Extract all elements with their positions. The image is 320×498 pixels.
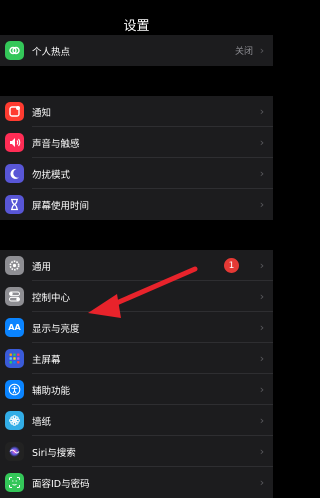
chevron-right-icon: › — [259, 445, 265, 458]
personal-hotspot-icon — [5, 41, 24, 60]
row-home-screen[interactable]: 主屏幕 › — [0, 343, 273, 374]
control-center-icon — [5, 287, 24, 306]
row-label: Siri与搜索 — [32, 447, 76, 459]
row-control-center[interactable]: 控制中心 › — [0, 281, 273, 312]
sounds-icon — [5, 133, 24, 152]
row-wallpaper[interactable]: 墙纸 › — [0, 405, 273, 436]
row-label: 墙纸 — [32, 416, 52, 428]
row-personal-hotspot[interactable]: 个人热点 关闭 › — [0, 35, 273, 66]
chevron-right-icon: › — [259, 383, 265, 396]
settings-group-notifications: 通知 › 声音与触感 › 勿扰模式 › 屏幕使用时间 › — [0, 96, 273, 220]
chevron-right-icon: › — [259, 167, 265, 180]
page-title: 设置 — [123, 19, 150, 34]
settings-group-general: 通用 1 › 控制中心 › AA 显示与亮度 › 主屏幕 › 辅助功能 › 墙纸… — [0, 250, 273, 498]
row-sounds[interactable]: 声音与触感 › — [0, 127, 273, 158]
chevron-right-icon: › — [259, 44, 265, 57]
display-brightness-icon: AA — [5, 318, 24, 337]
section-gap — [0, 220, 273, 250]
row-label: 主屏幕 — [32, 354, 61, 366]
display-brightness-icon-text: AA — [8, 323, 21, 332]
wallpaper-icon — [5, 411, 24, 430]
gear-icon — [5, 256, 24, 275]
notification-badge: 1 — [224, 258, 239, 273]
settings-group-network: 个人热点 关闭 › — [0, 35, 273, 66]
chevron-right-icon: › — [259, 198, 265, 211]
navigation-bar: 设置 — [0, 0, 273, 40]
chevron-right-icon: › — [259, 321, 265, 334]
accessibility-icon — [5, 380, 24, 399]
row-accessibility[interactable]: 辅助功能 › — [0, 374, 273, 405]
section-gap — [0, 66, 273, 96]
row-face-id-passcode[interactable]: 面容ID与密码 › — [0, 467, 273, 498]
chevron-right-icon: › — [259, 105, 265, 118]
chevron-right-icon: › — [259, 414, 265, 427]
chevron-right-icon: › — [259, 352, 265, 365]
row-label: 勿扰模式 — [32, 169, 71, 181]
row-label: 屏幕使用时间 — [32, 200, 90, 212]
row-label: 显示与亮度 — [32, 323, 80, 335]
hourglass-icon — [5, 195, 24, 214]
row-siri-search[interactable]: Siri与搜索 › — [0, 436, 273, 467]
row-general[interactable]: 通用 1 › — [0, 250, 273, 281]
row-display-brightness[interactable]: AA 显示与亮度 › — [0, 312, 273, 343]
row-do-not-disturb[interactable]: 勿扰模式 › — [0, 158, 273, 189]
moon-icon — [5, 164, 24, 183]
home-screen-icon — [5, 349, 24, 368]
row-value: 关闭 — [234, 47, 253, 57]
row-label: 声音与触感 — [32, 138, 80, 150]
row-label: 个人热点 — [32, 46, 71, 58]
notifications-icon — [5, 102, 24, 121]
face-id-icon — [5, 473, 24, 492]
row-label: 通用 — [32, 261, 52, 273]
siri-icon — [5, 442, 24, 461]
row-label: 控制中心 — [32, 292, 71, 304]
row-label: 辅助功能 — [32, 385, 71, 397]
row-label: 通知 — [32, 107, 52, 119]
chevron-right-icon: › — [259, 136, 265, 149]
chevron-right-icon: › — [259, 290, 265, 303]
row-screen-time[interactable]: 屏幕使用时间 › — [0, 189, 273, 220]
row-notifications[interactable]: 通知 › — [0, 96, 273, 127]
chevron-right-icon: › — [259, 259, 265, 272]
